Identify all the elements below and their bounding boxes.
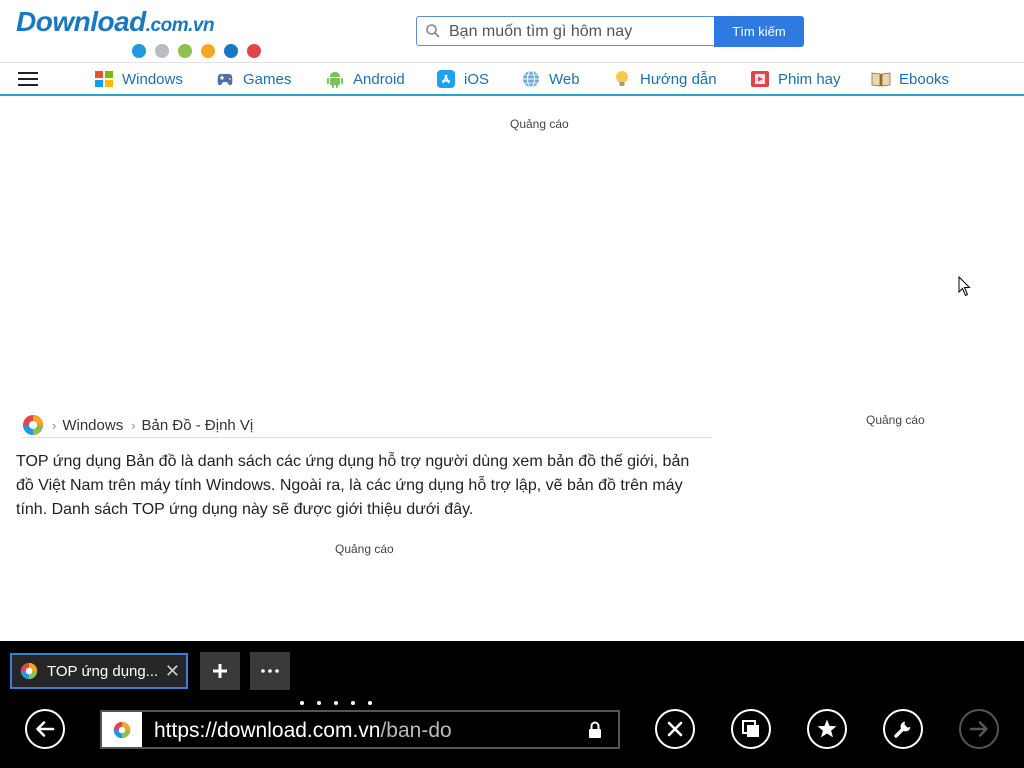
ad-label-side: Quảng cáo xyxy=(866,413,925,427)
breadcrumb-separator: › xyxy=(131,417,136,433)
nav-item-label: Windows xyxy=(122,70,183,88)
nav-item-label: Phim hay xyxy=(778,70,841,88)
nav-item-android[interactable]: Android xyxy=(325,69,405,89)
android-icon xyxy=(327,72,343,88)
mouse-cursor-icon xyxy=(958,276,971,297)
forward-arrow-icon xyxy=(969,721,988,737)
browser-bar: TOP ứng dụng... ✕ https://download.com.v… xyxy=(0,641,1024,768)
nav-item-label: Ebooks xyxy=(899,70,950,88)
ellipsis-icon xyxy=(261,669,279,673)
home-icon[interactable] xyxy=(22,414,44,436)
logo-dot xyxy=(178,44,192,58)
tabs-button[interactable] xyxy=(731,709,771,749)
address-favicon xyxy=(102,712,142,747)
address-url: https://download.com.vn/ban-do xyxy=(154,719,452,743)
nav-item-guides[interactable]: Hướng dẫn xyxy=(612,69,717,89)
nav-item-ebooks[interactable]: Ebooks xyxy=(871,69,949,89)
logo-domain-text: .com.vn xyxy=(145,15,215,36)
site-favicon-icon xyxy=(20,662,38,680)
wrench-icon xyxy=(894,721,911,738)
browser-tab-active[interactable]: TOP ứng dụng... ✕ xyxy=(10,653,188,689)
logo-dot xyxy=(247,44,261,58)
nav-item-games[interactable]: Games xyxy=(215,69,291,89)
logo-dot xyxy=(132,44,146,58)
logo-main-text: Download xyxy=(16,6,146,37)
nav-item-label: Hướng dẫn xyxy=(640,70,717,88)
close-tab-icon[interactable]: ✕ xyxy=(165,661,180,682)
plus-icon xyxy=(213,664,227,678)
address-bar[interactable]: https://download.com.vn/ban-do xyxy=(100,710,620,749)
search-button[interactable]: Tìm kiếm xyxy=(714,16,804,47)
favorite-button[interactable] xyxy=(807,709,847,749)
star-icon xyxy=(817,719,837,738)
category-nav: Windows Games Android iOS Web Hướng dẫn … xyxy=(0,62,1024,96)
close-icon xyxy=(667,721,683,737)
url-path: /ban-do xyxy=(380,719,452,742)
film-icon xyxy=(751,71,769,87)
tabs-icon xyxy=(742,720,759,737)
logo-dot xyxy=(201,44,215,58)
lightbulb-icon xyxy=(616,71,628,86)
book-icon xyxy=(871,72,891,87)
nav-item-windows[interactable]: Windows xyxy=(94,69,183,89)
nav-item-movies[interactable]: Phim hay xyxy=(750,69,841,89)
nav-item-label: Games xyxy=(243,70,292,88)
article-intro: TOP ứng dụng Bản đồ là danh sách các ứng… xyxy=(16,453,690,518)
more-options-button[interactable] xyxy=(250,652,290,690)
search-input[interactable] xyxy=(447,20,711,44)
gamepad-icon xyxy=(217,74,233,86)
breadcrumb-windows[interactable]: Windows xyxy=(62,417,123,434)
appstore-icon xyxy=(437,70,455,88)
ad-label-top: Quảng cáo xyxy=(510,117,569,131)
page-dots xyxy=(300,701,372,705)
url-host: https://download.com.vn xyxy=(154,719,381,742)
breadcrumb-maps[interactable]: Bản Đồ - Định Vị xyxy=(142,417,254,434)
windows-icon xyxy=(95,71,113,87)
stop-button[interactable] xyxy=(655,709,695,749)
nav-item-label: Android xyxy=(353,70,405,88)
breadcrumb: › Windows › Bản Đồ - Định Vị xyxy=(22,413,712,438)
tools-button[interactable] xyxy=(883,709,923,749)
site-logo[interactable]: Download.com.vn xyxy=(16,6,215,38)
back-arrow-icon xyxy=(36,721,55,737)
logo-dot xyxy=(155,44,169,58)
globe-icon xyxy=(523,70,539,88)
search-box xyxy=(416,16,714,46)
site-favicon-icon xyxy=(113,721,131,738)
nav-item-label: Web xyxy=(549,70,580,88)
search-icon xyxy=(426,24,440,38)
site-header: Download.com.vn Tìm kiếm xyxy=(0,0,1024,62)
nav-item-label: iOS xyxy=(464,70,490,88)
tab-title: TOP ứng dụng... xyxy=(47,662,159,680)
nav-item-ios[interactable]: iOS xyxy=(436,69,489,89)
back-button[interactable] xyxy=(25,709,65,749)
breadcrumb-separator: › xyxy=(52,417,57,433)
menu-icon[interactable] xyxy=(18,72,38,86)
new-tab-button[interactable] xyxy=(200,652,240,690)
ad-label-inline: Quảng cáo xyxy=(335,542,394,556)
nav-item-web[interactable]: Web xyxy=(521,69,580,89)
logo-dots xyxy=(132,44,261,58)
lock-icon[interactable] xyxy=(588,721,602,739)
logo-dot xyxy=(224,44,238,58)
forward-button[interactable] xyxy=(959,709,999,749)
